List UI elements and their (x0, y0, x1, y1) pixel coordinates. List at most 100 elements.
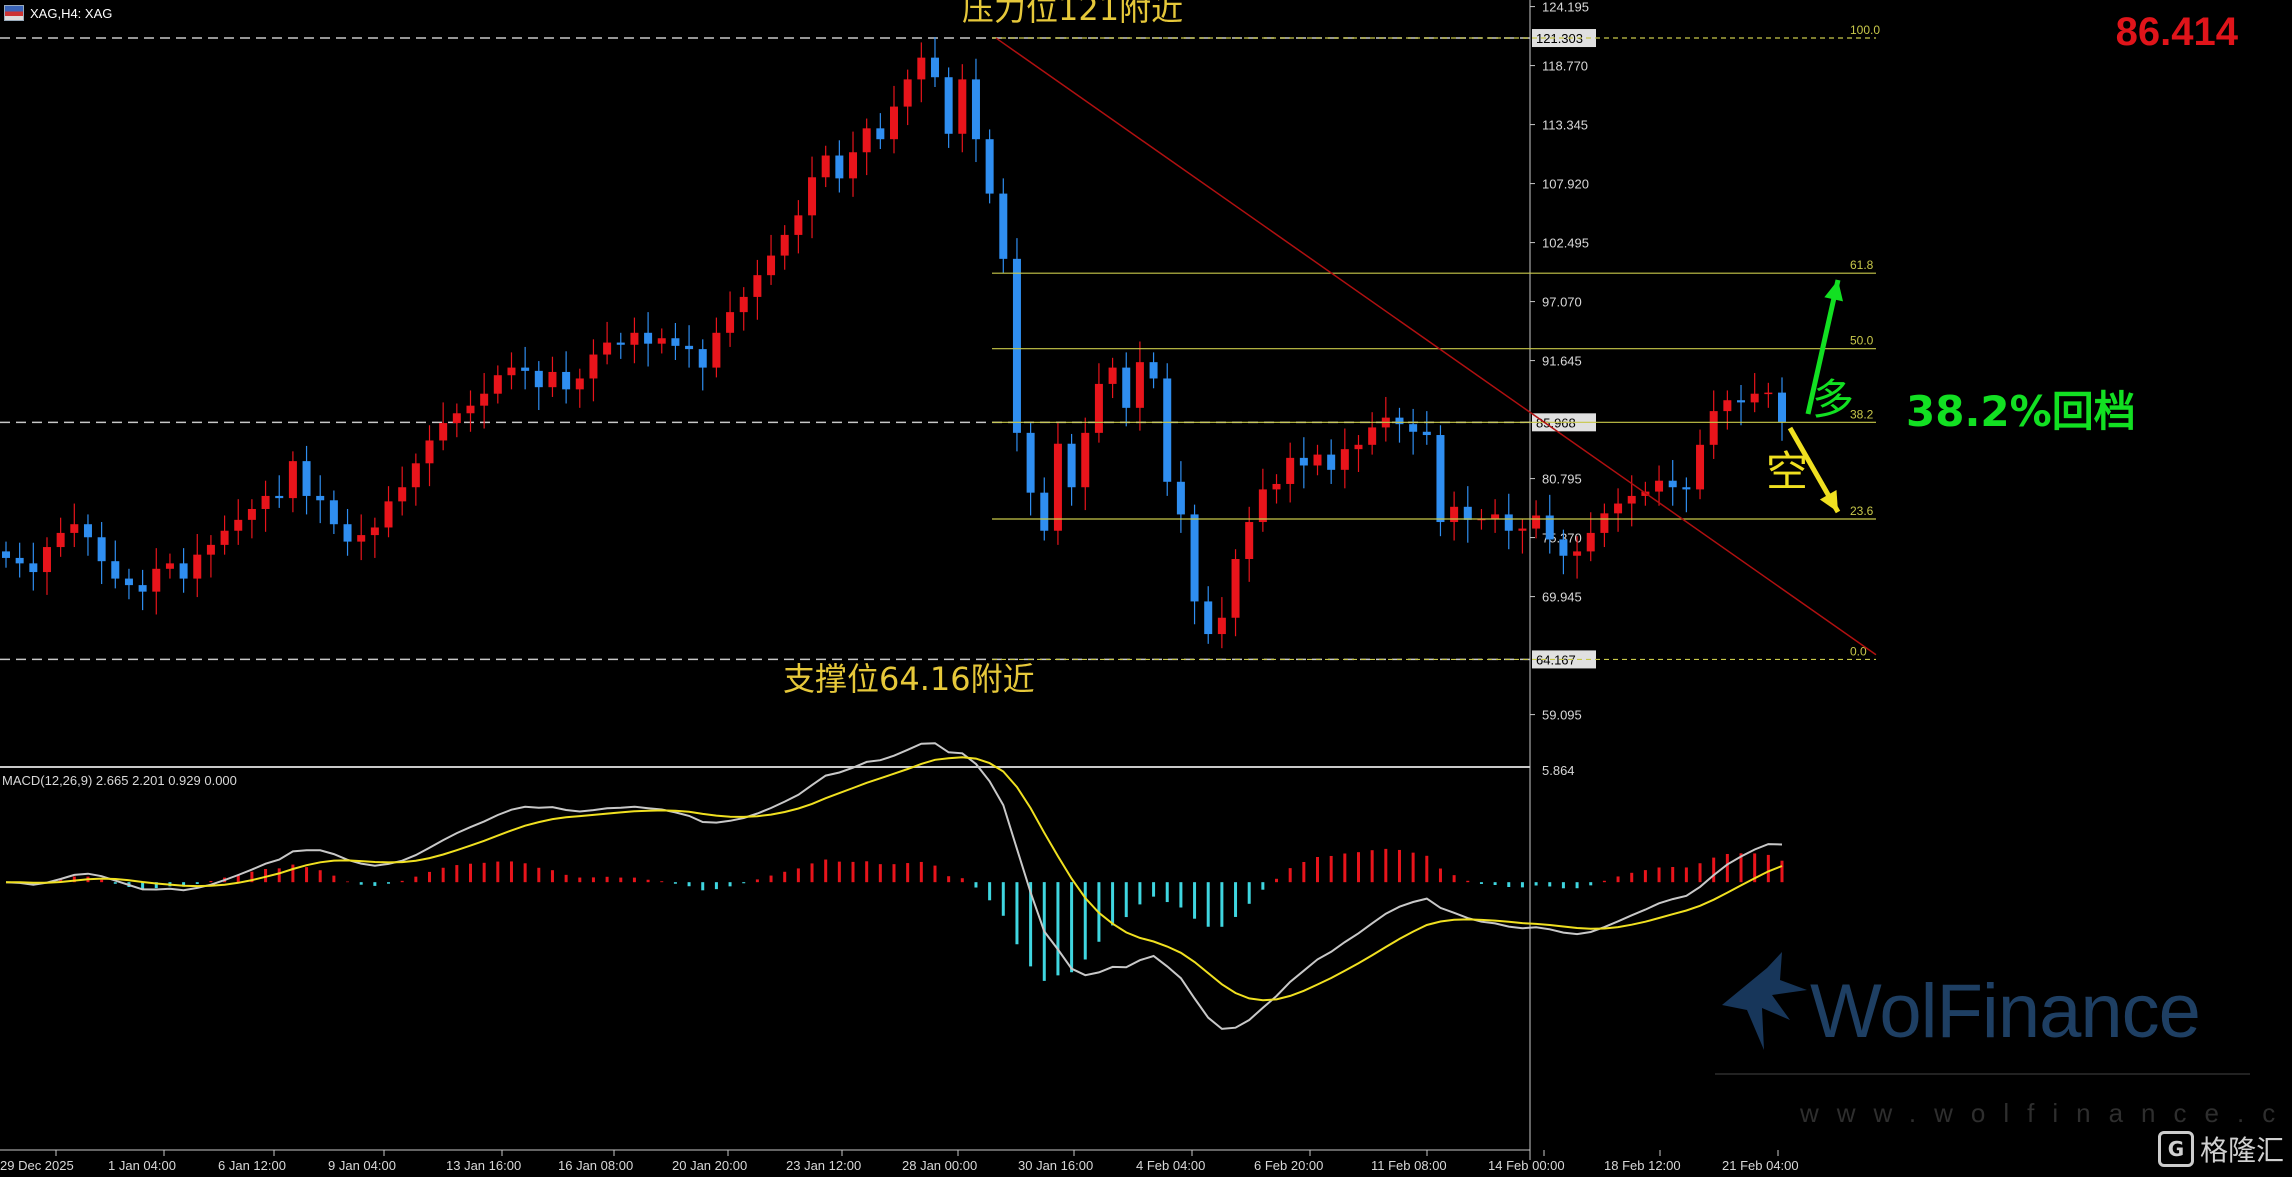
candle-body (767, 255, 776, 276)
candle-body (1231, 559, 1240, 618)
candle-body (493, 375, 502, 394)
candle-body (357, 535, 366, 542)
candle-body (439, 423, 448, 441)
candle-body (1723, 400, 1732, 412)
retrace-annotation: 38.2%回档 (1906, 387, 2136, 436)
candle-body (425, 440, 434, 464)
candle-body (780, 234, 789, 256)
x-tick-label: 4 Feb 04:00 (1136, 1158, 1205, 1173)
candle-body (1258, 489, 1267, 523)
candle-body (83, 524, 92, 538)
fib-level-label: 50.0 (1850, 334, 1874, 348)
candle-body (1436, 435, 1445, 523)
y-tick-label: 118.770 (1542, 59, 1588, 74)
candle-body (630, 332, 639, 345)
candle-body (917, 57, 926, 80)
candle-body (1463, 506, 1472, 520)
candle-body (220, 530, 229, 545)
candle-body (562, 371, 571, 390)
candle-body (29, 563, 38, 573)
candle-body (1313, 454, 1322, 466)
x-tick-label: 13 Jan 16:00 (446, 1158, 521, 1173)
candle-body (261, 495, 270, 509)
candle-body (370, 527, 379, 536)
candle-body (1067, 443, 1076, 488)
candle-body (1122, 367, 1131, 408)
watermark-divider (1715, 1073, 2250, 1075)
x-tick-label: 23 Jan 12:00 (786, 1158, 861, 1173)
candle-body (794, 215, 803, 235)
watermark-brand: WolFinance (1810, 969, 2201, 1054)
candle-body (1491, 514, 1500, 519)
candle-body (1299, 457, 1308, 466)
candle-body (862, 128, 871, 153)
candle-body (685, 345, 694, 350)
candle-body (944, 77, 953, 134)
candle-body (1450, 506, 1459, 523)
y-tick-label: 124.195 (1542, 0, 1589, 15)
resistance-annotation: 压力位121附近 (962, 0, 1184, 28)
candle-body (193, 554, 202, 579)
watermark-url: www.wolfinance.com (1800, 1098, 2292, 1128)
candle-body (507, 367, 516, 376)
candle-body (1778, 392, 1786, 423)
candle-body (165, 563, 174, 569)
candle-body (466, 405, 475, 414)
candle-body (1135, 362, 1144, 408)
candle-body (398, 487, 407, 502)
x-tick-label: 29 Dec 2025 (0, 1158, 74, 1173)
candle-body (411, 463, 420, 488)
chart-window-icon (4, 5, 24, 21)
candle-body (971, 79, 980, 140)
candle-body (152, 568, 161, 592)
chart-header: XAG,H4: XAG (0, 0, 112, 26)
gelonghui-logo-icon: G (2157, 1131, 2194, 1167)
x-tick-label: 16 Jan 08:00 (558, 1158, 633, 1173)
candle-body (1627, 495, 1636, 504)
candle-body (575, 378, 584, 390)
x-tick-label: 6 Feb 20:00 (1254, 1158, 1323, 1173)
candle-body (384, 501, 393, 528)
y-tick-label: 97.070 (1542, 295, 1582, 310)
candle-body (1245, 522, 1254, 560)
candle-body (1655, 480, 1664, 492)
fib-level-label: 100.0 (1850, 23, 1880, 37)
candle-body (288, 461, 297, 499)
candle-body (302, 461, 311, 496)
candle-body (671, 338, 680, 346)
x-tick-label: 28 Jan 00:00 (902, 1158, 977, 1173)
candle-body (903, 79, 912, 107)
y-tick-label: 69.945 (1542, 590, 1582, 605)
long-annotation: 多 (1812, 375, 1855, 424)
x-tick-label: 20 Jan 20:00 (672, 1158, 747, 1173)
candle-body (849, 152, 858, 179)
y-tick-label: 59.095 (1542, 708, 1582, 723)
candle-body (15, 557, 24, 564)
candle-body (1600, 513, 1609, 533)
support-annotation: 支撑位64.16附近 (783, 660, 1035, 698)
candle-body (1696, 444, 1705, 490)
candle-body (1573, 551, 1582, 556)
candle-body (739, 296, 748, 313)
candle-body (657, 338, 666, 344)
candle-body (1053, 443, 1062, 531)
candle-body (521, 367, 530, 371)
candle-body (1518, 528, 1527, 531)
x-tick-label: 18 Feb 12:00 (1604, 1158, 1681, 1173)
candle-body (1559, 539, 1568, 556)
candle-body (698, 349, 707, 368)
symbol-label: XAG,H4: XAG (30, 5, 113, 21)
candle-body (111, 561, 120, 579)
candle-body (124, 578, 133, 586)
candle-body (1327, 454, 1336, 470)
candle-body (890, 106, 898, 140)
candle-body (548, 371, 557, 388)
current-price-big: 86.414 (2115, 10, 2238, 54)
candle-body (1586, 532, 1595, 552)
candle-body (206, 544, 215, 555)
y-tick-label: 107.920 (1542, 177, 1589, 192)
candle-body (534, 370, 543, 388)
y-tick-label: 113.345 (1542, 118, 1588, 133)
long-arrow-head (1824, 280, 1844, 302)
candle-body (56, 532, 65, 548)
